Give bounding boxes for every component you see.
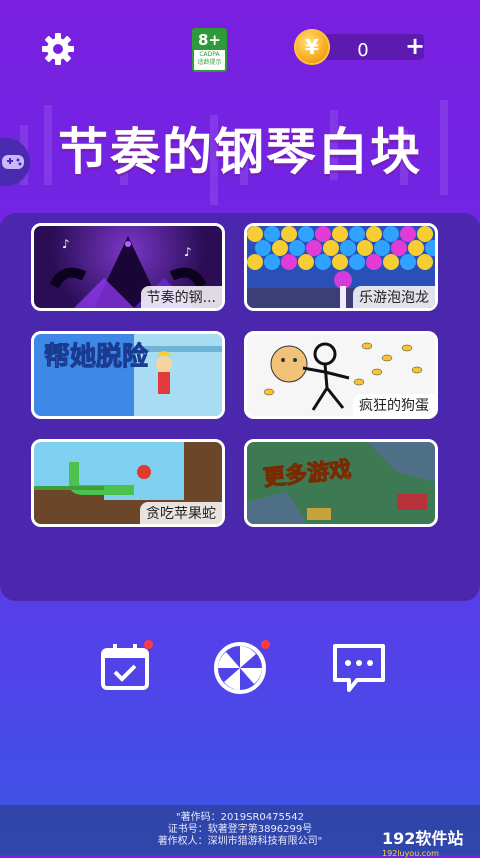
messages-button[interactable] xyxy=(331,640,387,696)
game-card-rescue[interactable]: 帮她脱险 xyxy=(31,331,225,419)
game-label: 贪吃苹果蛇 xyxy=(140,502,222,524)
svg-text:♪: ♪ xyxy=(184,245,192,259)
app-title: 节奏的钢琴白块 xyxy=(58,123,422,181)
age-rating-badge[interactable]: 8+ CADPA 适龄提示 xyxy=(192,28,227,72)
notification-dot xyxy=(261,640,270,649)
gamepad-icon xyxy=(2,155,24,169)
age-rating-note: 适龄提示 xyxy=(197,59,222,66)
game-label: 节奏的钢... xyxy=(140,286,222,308)
notification-dot xyxy=(144,640,153,649)
svg-text:♪: ♪ xyxy=(62,237,70,251)
game-card-doge[interactable]: 疯狂的狗蛋 xyxy=(244,331,438,419)
gear-icon xyxy=(42,33,74,65)
game-card-bubble[interactable]: 乐游泡泡龙 xyxy=(244,223,438,311)
game-label: 疯狂的狗蛋 xyxy=(353,394,435,416)
age-rating-number: 8+ xyxy=(194,30,225,50)
calendar-check-icon xyxy=(101,644,149,690)
watermark-sub: 192luyou.com xyxy=(382,849,439,858)
coin-icon: ¥ xyxy=(294,29,330,65)
game-card-snake[interactable]: 贪吃苹果蛇 xyxy=(31,439,225,527)
side-gamepad-tab[interactable] xyxy=(0,138,30,186)
game-label: 乐游泡泡龙 xyxy=(353,286,435,308)
add-coins-button[interactable]: + xyxy=(404,34,426,58)
rescue-art-text: 帮她脱险 xyxy=(43,342,149,373)
watermark-main: 192软件站 xyxy=(382,829,464,848)
chat-bubble-icon xyxy=(333,644,385,692)
watermark: 192软件站 192luyou.com xyxy=(382,825,463,858)
daily-checkin-button[interactable] xyxy=(97,640,153,696)
age-rating-org: CADPA xyxy=(199,51,220,58)
coin-symbol: ¥ xyxy=(305,35,319,59)
game-card-piano[interactable]: ♪ ♪ 节奏的钢... xyxy=(31,223,225,311)
lucky-wheel-icon xyxy=(214,642,266,694)
copyright-line: "著作码：2019SR0475542 xyxy=(176,812,304,823)
coin-count: 0 xyxy=(357,40,369,61)
more-games-card[interactable]: 更多游戏 xyxy=(244,439,438,527)
lucky-wheel-button[interactable] xyxy=(212,640,270,696)
settings-button[interactable] xyxy=(40,31,76,67)
